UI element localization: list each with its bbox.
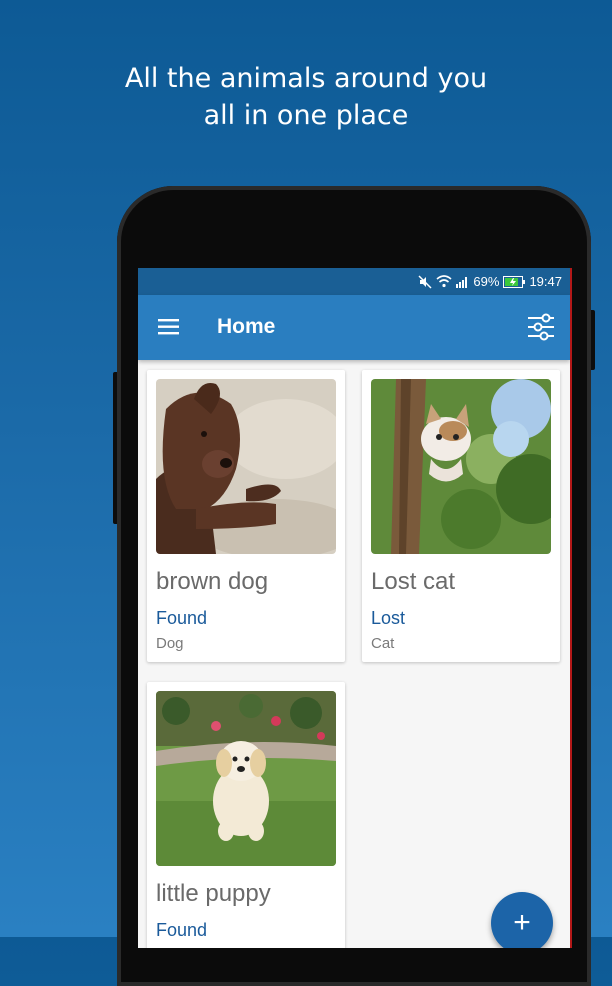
page-title: Home <box>217 315 276 338</box>
card-status: Found <box>156 920 208 940</box>
dog-photo <box>156 379 336 554</box>
animal-card[interactable]: brown dog Found Dog <box>147 370 345 662</box>
app-bar: Home <box>138 295 570 360</box>
add-animal-button[interactable]: + <box>491 892 553 948</box>
signal-icon <box>456 276 469 288</box>
promo-headline: All the animals around you all in one pl… <box>0 60 612 134</box>
status-bar: 69% 19:47 <box>138 268 570 295</box>
promo-line-1: All the animals around you <box>124 63 488 94</box>
animal-card[interactable]: little puppy Found <box>147 682 345 948</box>
status-time: 19:47 <box>529 274 562 289</box>
phone-screen: 69% 19:47 Home brown dog Found Dog Lost … <box>138 268 572 948</box>
battery-percent: 69% <box>473 274 500 289</box>
animal-card[interactable]: Lost cat Lost Cat <box>362 370 560 662</box>
promo-line-2: all in one place <box>203 100 409 131</box>
card-status: Found <box>156 608 208 628</box>
card-status: Lost <box>371 608 406 628</box>
card-title: little puppy <box>156 880 271 907</box>
wifi-icon <box>436 275 452 288</box>
card-type: Cat <box>371 635 395 652</box>
card-type: Dog <box>156 635 184 652</box>
mute-icon <box>418 274 432 289</box>
puppy-photo <box>156 691 336 866</box>
battery-charging-icon <box>503 275 526 288</box>
card-title: brown dog <box>156 568 269 595</box>
add-icon: + <box>513 906 531 939</box>
cat-photo <box>371 379 551 554</box>
filter-sliders-icon[interactable] <box>526 312 556 342</box>
hamburger-menu-icon[interactable] <box>158 318 180 336</box>
card-title: Lost cat <box>371 568 456 595</box>
